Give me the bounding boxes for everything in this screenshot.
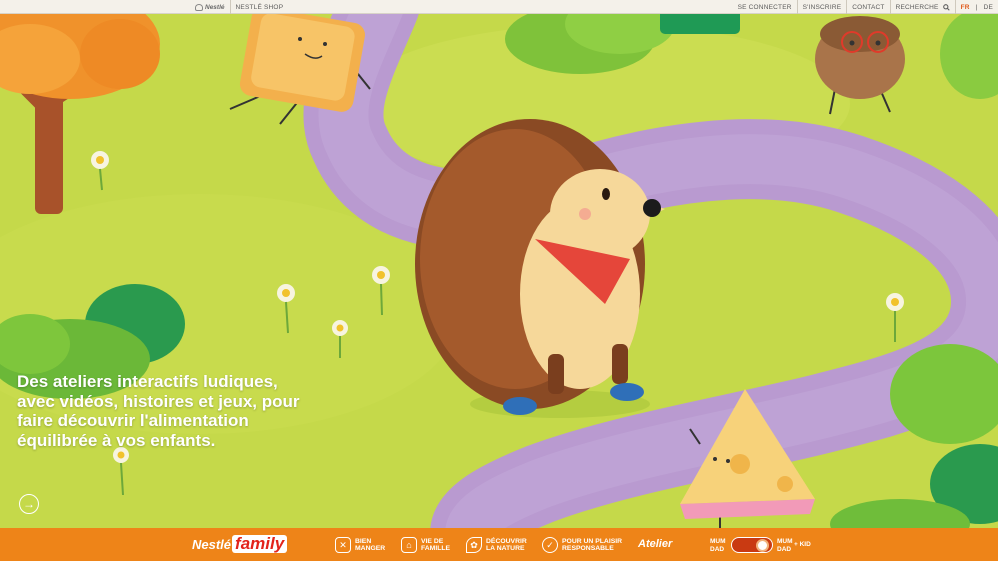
nest-logo-icon	[195, 3, 203, 11]
top-left-links: Nestlé NESTLÉ SHOP	[190, 0, 288, 14]
nestle-logo-link[interactable]: Nestlé	[190, 0, 230, 14]
top-utility-bar: Nestlé NESTLÉ SHOP SE CONNECTER S'INSCRI…	[0, 0, 998, 14]
leaf-icon: ✿	[466, 537, 482, 553]
nav-label: DÉCOUVRIR LA NATURE	[486, 537, 527, 553]
nav-bien-manger[interactable]: ✕ BIEN MANGER	[335, 536, 389, 554]
search-icon	[942, 3, 950, 11]
arrow-right-icon: →	[23, 497, 35, 511]
lang-separator: |	[975, 3, 978, 11]
top-right-links: SE CONNECTER S'INSCRIRE CONTACT RECHERCH…	[733, 0, 998, 14]
nav-atelier[interactable]: Atelier	[638, 538, 672, 550]
lang-fr[interactable]: FR	[958, 4, 973, 11]
search-link-label: RECHERCHE	[895, 3, 939, 11]
mode-label-right: MUM DAD	[777, 538, 793, 553]
toggle-knob[interactable]	[756, 539, 769, 552]
nestle-shop-link[interactable]: NESTLÉ SHOP	[229, 0, 289, 14]
nestle-logo-text: Nestlé	[205, 3, 225, 11]
hero-illustration: Des ateliers interactifs ludiques, avec …	[0, 14, 998, 528]
mode-label-left: MUM DAD	[710, 538, 726, 553]
hero-tagline: Des ateliers interactifs ludiques, avec …	[17, 372, 300, 450]
hero-arrow-button[interactable]: →	[19, 494, 39, 514]
house-icon: ⌂	[401, 537, 417, 553]
lang-de[interactable]: DE	[981, 4, 996, 11]
nav-plaisir-responsable[interactable]: ✓ POUR UN PLAISIR RESPONSABLE	[542, 536, 626, 554]
bottom-nav-bar: Nestlé family ✕ BIEN MANGER ⌂ VIE DE FAM…	[0, 528, 998, 561]
register-link[interactable]: S'INSCRIRE	[796, 0, 847, 14]
language-switcher: FR | DE	[954, 0, 998, 14]
brand-family: family	[232, 535, 288, 553]
check-icon: ✓	[542, 537, 558, 553]
brand-nestle: Nestlé	[192, 537, 232, 552]
page: Nestlé NESTLÉ SHOP SE CONNECTER S'INSCRI…	[0, 0, 998, 561]
hero-scene	[0, 14, 998, 528]
kid-label: + KID	[794, 541, 811, 548]
nav-decouvrir-la-nature[interactable]: ✿ DÉCOUVRIR LA NATURE	[466, 536, 532, 554]
mum-dad-kid-toggle[interactable]	[731, 537, 773, 553]
nav-label: VIE DE FAMILLE	[421, 537, 451, 553]
contact-link[interactable]: CONTACT	[846, 0, 889, 14]
login-link[interactable]: SE CONNECTER	[733, 0, 797, 14]
nestle-family-logo[interactable]: Nestlé family	[192, 535, 288, 555]
cutlery-icon: ✕	[335, 537, 351, 553]
nav-label: BIEN MANGER	[355, 537, 386, 553]
nav-vie-de-famille[interactable]: ⌂ VIE DE FAMILLE	[401, 536, 455, 554]
search-link[interactable]: RECHERCHE	[889, 0, 955, 14]
nav-label: POUR UN PLAISIR RESPONSABLE	[562, 537, 623, 553]
